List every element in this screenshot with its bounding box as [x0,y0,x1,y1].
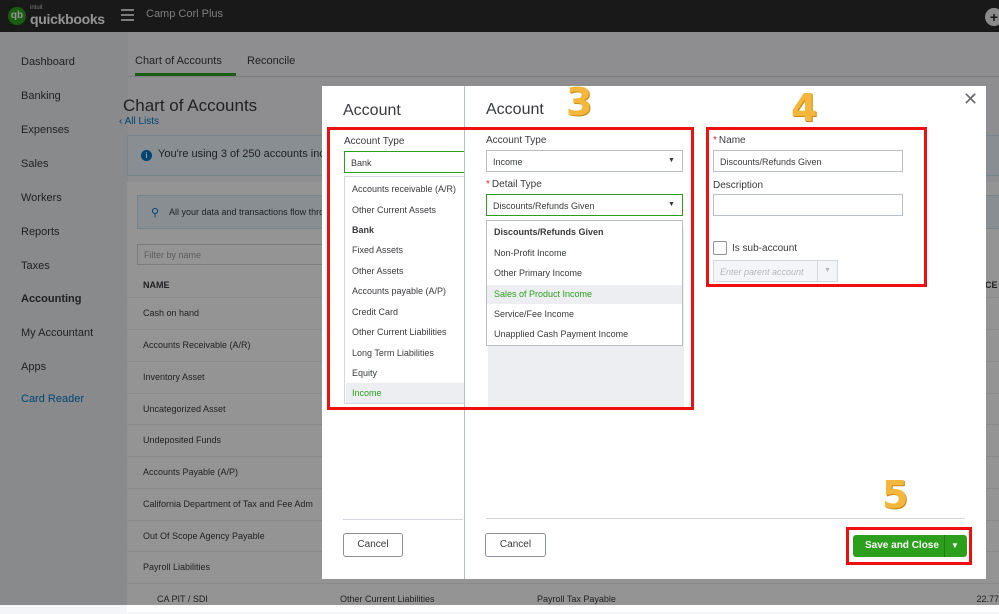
annotation-step-4: 4 [791,86,818,130]
dialog-title-old: Account [343,102,401,119]
annotation-box-save [846,527,972,565]
dialog-title: Account [486,101,544,118]
annotation-box-name [706,127,927,287]
cancel-button[interactable]: Cancel [485,533,546,557]
annotation-box-account-type [327,127,694,410]
annotation-step-3: 3 [566,80,593,124]
footer-divider [486,518,965,519]
annotation-step-5: 5 [882,473,909,517]
cancel-button-old[interactable]: Cancel [343,533,403,557]
close-icon[interactable]: ✕ [963,89,978,110]
footer-divider [343,519,463,520]
